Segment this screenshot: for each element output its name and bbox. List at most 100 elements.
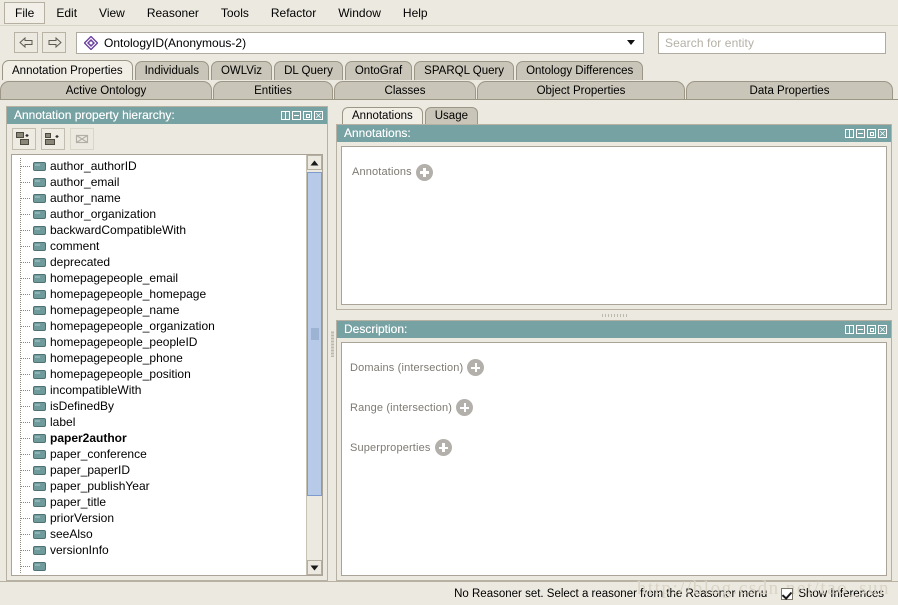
close-icon[interactable]: [878, 129, 887, 138]
tab-individuals[interactable]: Individuals: [135, 61, 209, 80]
reasoner-status-text: No Reasoner set. Select a reasoner from …: [454, 588, 767, 600]
tab-ontograf[interactable]: OntoGraf: [345, 61, 412, 80]
tab-annotation-properties[interactable]: Annotation Properties: [2, 60, 133, 80]
tree-connector-icon: [20, 478, 33, 494]
minimize-icon[interactable]: [292, 111, 301, 120]
menu-edit[interactable]: Edit: [45, 2, 88, 24]
minimize-icon[interactable]: [856, 325, 865, 334]
ontology-label: OntologyID(Anonymous-2): [104, 36, 246, 50]
annotation-property-icon: [33, 450, 46, 459]
menu-view[interactable]: View: [88, 2, 136, 24]
tree-item-paper_publishYear[interactable]: paper_publishYear: [12, 478, 306, 494]
split-view-icon[interactable]: [845, 325, 854, 334]
split-view-icon[interactable]: [281, 111, 290, 120]
maximize-icon[interactable]: [303, 111, 312, 120]
tree-vertical-scrollbar[interactable]: [306, 155, 322, 575]
tree-item-author_email[interactable]: author_email: [12, 174, 306, 190]
menu-window[interactable]: Window: [327, 2, 392, 24]
menu-help[interactable]: Help: [392, 2, 439, 24]
tree-connector-icon: [20, 238, 33, 254]
scroll-up-button[interactable]: [307, 155, 322, 170]
tree-item-homepagepeople_name[interactable]: homepagepeople_name: [12, 302, 306, 318]
inner-tab-usage[interactable]: Usage: [425, 107, 478, 124]
scroll-thumb[interactable]: [307, 172, 322, 496]
tree-item-backwardCompatibleWith[interactable]: backwardCompatibleWith: [12, 222, 306, 238]
property-tree[interactable]: author_authorIDauthor_emailauthor_nameau…: [12, 155, 306, 575]
tree-connector-icon: [20, 542, 33, 558]
menu-refactor[interactable]: Refactor: [260, 2, 327, 24]
menu-file[interactable]: File: [4, 2, 45, 24]
maximize-icon[interactable]: [867, 325, 876, 334]
status-bar: http://blog.csdn.net/tao_sun No Reasoner…: [0, 581, 898, 605]
tree-item-incompatibleWith[interactable]: incompatibleWith: [12, 382, 306, 398]
tree-item-author_name[interactable]: author_name: [12, 190, 306, 206]
show-inferences-checkbox[interactable]: Show Inferences: [781, 588, 884, 600]
close-icon[interactable]: [878, 325, 887, 334]
add-superproperty-button[interactable]: [435, 439, 452, 456]
scroll-down-arrow-icon: [310, 565, 319, 571]
tree-item-homepagepeople_organization[interactable]: homepagepeople_organization: [12, 318, 306, 334]
tree-item-homepagepeople_homepage[interactable]: homepagepeople_homepage: [12, 286, 306, 302]
vertical-splitter[interactable]: [328, 106, 336, 581]
menu-tools[interactable]: Tools: [210, 2, 260, 24]
tree-item-partial[interactable]: [12, 558, 306, 574]
tab-ontology-differences[interactable]: Ontology Differences: [516, 61, 643, 80]
tab-object-properties[interactable]: Object Properties: [477, 81, 685, 100]
tab-sparql-query[interactable]: SPARQL Query: [414, 61, 514, 80]
forward-button[interactable]: [42, 32, 66, 53]
add-domain-button[interactable]: [467, 359, 484, 376]
tree-connector-icon: [20, 382, 33, 398]
tree-connector-icon: [20, 334, 33, 350]
maximize-icon[interactable]: [867, 129, 876, 138]
tree-item-priorVersion[interactable]: priorVersion: [12, 510, 306, 526]
tree-item-versionInfo[interactable]: versionInfo: [12, 542, 306, 558]
add-range-button[interactable]: [456, 399, 473, 416]
tab-entities[interactable]: Entities: [213, 81, 333, 100]
domains-field-row: Domains (intersection): [342, 343, 886, 383]
tab-active-ontology[interactable]: Active Ontology: [0, 81, 212, 100]
tree-item-paper_paperID[interactable]: paper_paperID: [12, 462, 306, 478]
tree-item-label: backwardCompatibleWith: [50, 222, 186, 238]
chevron-down-icon[interactable]: [627, 40, 635, 45]
scroll-track[interactable]: [307, 170, 322, 560]
close-icon[interactable]: [314, 111, 323, 120]
checkbox-check-icon[interactable]: [781, 588, 793, 600]
ontology-selector[interactable]: OntologyID(Anonymous-2): [76, 32, 644, 54]
tab-owlviz[interactable]: OWLViz: [211, 61, 272, 80]
tree-connector-icon: [20, 510, 33, 526]
tree-connector-icon: [20, 462, 33, 478]
tree-item-paper_conference[interactable]: paper_conference: [12, 446, 306, 462]
tree-item-deprecated[interactable]: deprecated: [12, 254, 306, 270]
tree-item-homepagepeople_position[interactable]: homepagepeople_position: [12, 366, 306, 382]
horizontal-splitter[interactable]: [336, 310, 892, 320]
scroll-down-button[interactable]: [307, 560, 322, 575]
tree-item-label[interactable]: label: [12, 414, 306, 430]
search-input[interactable]: Search for entity: [658, 32, 886, 54]
tree-item-paper2author[interactable]: paper2author: [12, 430, 306, 446]
tab-dl-query[interactable]: DL Query: [274, 61, 343, 80]
tree-connector-icon: [20, 302, 33, 318]
tree-item-label: homepagepeople_name: [50, 302, 179, 318]
add-sub-property-button[interactable]: [12, 128, 36, 150]
forward-arrow-icon: [47, 37, 62, 48]
back-button[interactable]: [14, 32, 38, 53]
tree-item-homepagepeople_peopleID[interactable]: homepagepeople_peopleID: [12, 334, 306, 350]
tree-item-isDefinedBy[interactable]: isDefinedBy: [12, 398, 306, 414]
add-sibling-property-button[interactable]: [41, 128, 65, 150]
inner-tab-annotations[interactable]: Annotations: [342, 107, 423, 124]
tree-item-homepagepeople_email[interactable]: homepagepeople_email: [12, 270, 306, 286]
tree-item-homepagepeople_phone[interactable]: homepagepeople_phone: [12, 350, 306, 366]
tree-item-label: deprecated: [50, 254, 110, 270]
tree-item-author_organization[interactable]: author_organization: [12, 206, 306, 222]
tree-item-seeAlso[interactable]: seeAlso: [12, 526, 306, 542]
split-view-icon[interactable]: [845, 129, 854, 138]
menu-reasoner[interactable]: Reasoner: [136, 2, 210, 24]
tab-classes[interactable]: Classes: [334, 81, 476, 100]
add-annotation-button[interactable]: [416, 164, 433, 181]
tree-item-comment[interactable]: comment: [12, 238, 306, 254]
tree-item-paper_title[interactable]: paper_title: [12, 494, 306, 510]
tab-data-properties[interactable]: Data Properties: [686, 81, 893, 100]
minimize-icon[interactable]: [856, 129, 865, 138]
search-placeholder: Search for entity: [665, 36, 754, 50]
tree-item-author_authorID[interactable]: author_authorID: [12, 158, 306, 174]
